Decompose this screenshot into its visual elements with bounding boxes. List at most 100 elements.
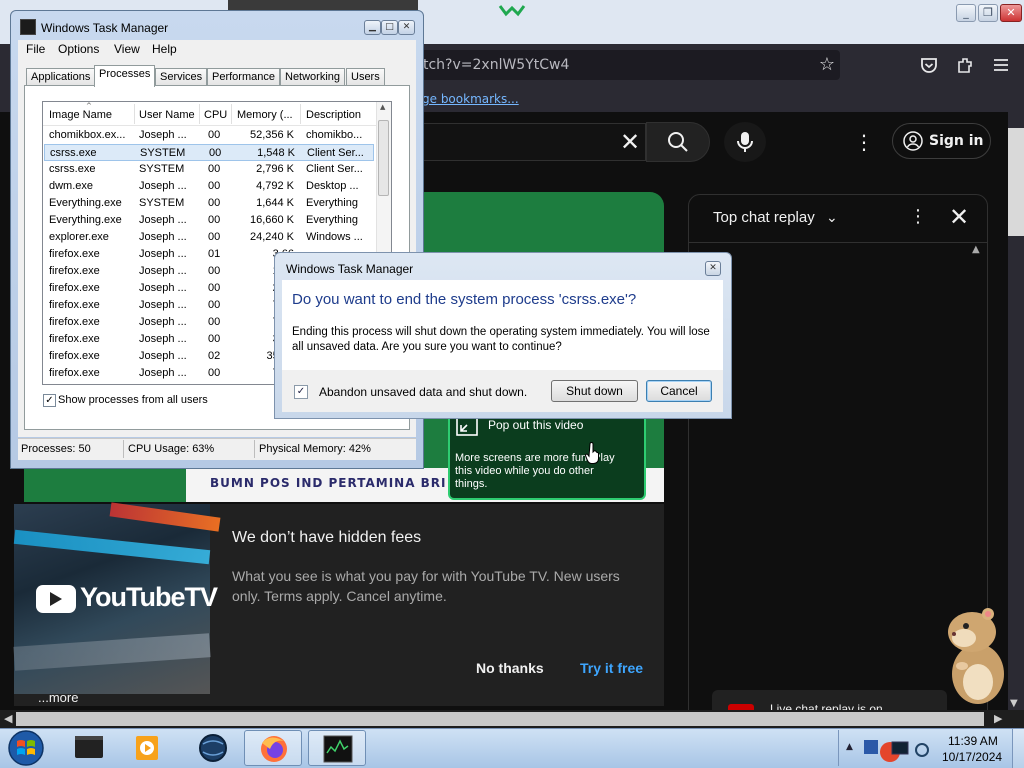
try-it-free-button[interactable]: Try it free xyxy=(580,660,643,676)
abandon-data-label[interactable]: Abandon unsaved data and shut down. xyxy=(319,385,527,399)
horizontal-scroll-thumb[interactable] xyxy=(16,712,984,726)
show-all-users-label: Show processes from all users xyxy=(58,394,208,406)
menu-view[interactable]: View xyxy=(114,42,140,56)
taskbar-app-2[interactable] xyxy=(118,730,176,766)
tab-processes[interactable]: Processes xyxy=(94,65,156,87)
column-cpu[interactable]: CPU xyxy=(204,109,227,121)
taskbar-app-1[interactable] xyxy=(60,730,118,766)
firefox-icon xyxy=(261,736,287,762)
column-separator[interactable] xyxy=(300,104,301,124)
manage-bookmarks-link[interactable]: ge bookmarks... xyxy=(422,92,519,106)
menu-options[interactable]: Options xyxy=(58,42,99,56)
pocket-icon[interactable] xyxy=(918,54,940,76)
show-all-users-checkbox[interactable]: ✓ xyxy=(43,394,56,407)
search-input[interactable] xyxy=(420,123,646,161)
menu-hamburger-icon[interactable] xyxy=(990,54,1012,76)
row-user-name: SYSTEM xyxy=(139,163,185,175)
taskbar-firefox[interactable] xyxy=(244,730,302,766)
row-user-name: Joseph ... xyxy=(139,248,187,260)
url-bar[interactable]: tch?v=2xnlW5YtCw4 xyxy=(420,50,840,80)
chat-more-icon[interactable]: ⋮ xyxy=(908,206,928,230)
scroll-right-icon[interactable]: ▶ xyxy=(994,712,1002,725)
tab-networking[interactable]: Networking xyxy=(280,68,346,86)
bookmark-star-icon[interactable]: ☆ xyxy=(816,54,838,76)
tray-icons[interactable] xyxy=(862,736,932,764)
vertical-scroll-thumb[interactable] xyxy=(1008,128,1024,236)
scroll-down-icon[interactable]: ▼ xyxy=(1010,698,1018,709)
scroll-up-icon[interactable]: ▲ xyxy=(380,103,385,111)
extensions-icon[interactable] xyxy=(954,54,976,76)
process-row[interactable]: Everything.exe Joseph ... 00 16,660 K Everyt… xyxy=(44,212,374,229)
row-description: Everything xyxy=(306,214,358,226)
abandon-data-checkbox[interactable]: ✓ xyxy=(294,385,308,399)
taskbar-task-manager[interactable] xyxy=(308,730,366,766)
scroll-left-icon[interactable]: ◀ xyxy=(4,712,12,725)
row-image-name: firefox.exe xyxy=(49,367,100,379)
row-cpu: 00 xyxy=(208,163,221,175)
process-row[interactable]: dwm.exe Joseph ... 00 4,792 K Desktop ... xyxy=(44,178,374,195)
row-cpu: 00 xyxy=(208,367,221,379)
tab-users[interactable]: Users xyxy=(346,68,385,86)
dialog-close-button[interactable]: ✕ xyxy=(705,261,721,276)
sponsor-logos-text: BUMN POS IND PERTAMINA BRI xyxy=(210,476,447,490)
clock-time[interactable]: 11:39 AM xyxy=(948,734,998,748)
more-options-icon[interactable]: ⋮ xyxy=(852,128,876,156)
column-user-name[interactable]: User Name xyxy=(139,109,195,121)
column-separator[interactable] xyxy=(231,104,232,124)
tab-services[interactable]: Services xyxy=(155,68,208,86)
chat-close-icon[interactable]: ✕ xyxy=(946,204,972,230)
process-row[interactable]: Everything.exe SYSTEM 00 1,644 K Everything xyxy=(44,195,374,212)
row-memory: 1,548 K xyxy=(257,147,295,159)
row-cpu: 00 xyxy=(208,282,221,294)
search-icon xyxy=(668,132,688,152)
browser-close-button[interactable]: ✕ xyxy=(1000,4,1022,22)
process-row[interactable]: csrss.exe SYSTEM 00 1,548 K Client Ser... xyxy=(44,144,374,161)
row-cpu: 00 xyxy=(208,197,221,209)
hamster-mascot-icon xyxy=(948,608,1004,704)
browser-minimize-button[interactable]: _ xyxy=(956,4,976,22)
status-processes: Processes: 50 xyxy=(21,443,91,455)
browser-restore-button[interactable]: ❐ xyxy=(978,4,998,22)
column-description[interactable]: Description xyxy=(306,109,361,121)
row-cpu: 02 xyxy=(208,350,221,362)
column-memory[interactable]: Memory (... xyxy=(237,109,293,121)
process-row[interactable]: chomikbox.ex... Joseph ... 00 52,356 K chomi… xyxy=(44,127,374,144)
no-thanks-button[interactable]: No thanks xyxy=(476,660,544,676)
task-manager-title: Windows Task Manager xyxy=(41,21,169,35)
menu-file[interactable]: File xyxy=(26,42,45,56)
sign-in-button[interactable]: Sign in xyxy=(892,123,991,159)
row-memory: 2,796 K xyxy=(256,163,294,175)
row-cpu: 00 xyxy=(208,299,221,311)
row-cpu: 00 xyxy=(208,180,221,192)
menu-help[interactable]: Help xyxy=(152,42,177,56)
cancel-button[interactable]: Cancel xyxy=(646,380,712,402)
process-list-scroll-thumb[interactable] xyxy=(378,120,389,196)
process-row[interactable]: explorer.exe Joseph ... 00 24,240 K Windows … xyxy=(44,229,374,246)
chat-mode-selector[interactable]: Top chat replay xyxy=(713,209,815,226)
row-cpu: 00 xyxy=(209,147,222,159)
column-separator[interactable] xyxy=(134,104,135,124)
row-description: Everything xyxy=(306,197,358,209)
tm-maximize-button[interactable]: □ xyxy=(381,20,398,35)
column-separator[interactable] xyxy=(199,104,200,124)
chat-scroll-up-icon[interactable]: ▲ xyxy=(972,244,980,255)
tm-minimize-button[interactable]: ▁ xyxy=(364,20,381,35)
clock-date[interactable]: 10/17/2024 xyxy=(942,750,1002,764)
tm-close-button[interactable]: ✕ xyxy=(398,20,415,35)
dialog-message: Ending this process will shut down the o… xyxy=(292,326,710,353)
row-user-name: Joseph ... xyxy=(139,316,187,328)
column-image-name[interactable]: Image Name xyxy=(49,109,112,121)
tray-overflow-icon[interactable]: ▲ xyxy=(846,742,853,752)
tab-performance[interactable]: Performance xyxy=(207,68,280,86)
row-user-name: SYSTEM xyxy=(140,147,186,159)
start-button-icon[interactable] xyxy=(6,729,46,767)
youtube-tv-logo-text: YouTubeTV xyxy=(80,582,218,612)
shut-down-button[interactable]: Shut down xyxy=(551,380,638,402)
show-desktop-button[interactable] xyxy=(1012,729,1024,768)
clear-search-icon[interactable]: ✕ xyxy=(616,128,644,156)
tab-applications[interactable]: Applications xyxy=(26,68,96,86)
more-link[interactable]: ...more xyxy=(38,690,78,705)
process-row[interactable]: csrss.exe SYSTEM 00 2,796 K Client Ser... xyxy=(44,161,374,178)
taskbar-app-3[interactable] xyxy=(184,730,242,766)
chevron-down-icon[interactable]: ⌄ xyxy=(826,210,838,226)
